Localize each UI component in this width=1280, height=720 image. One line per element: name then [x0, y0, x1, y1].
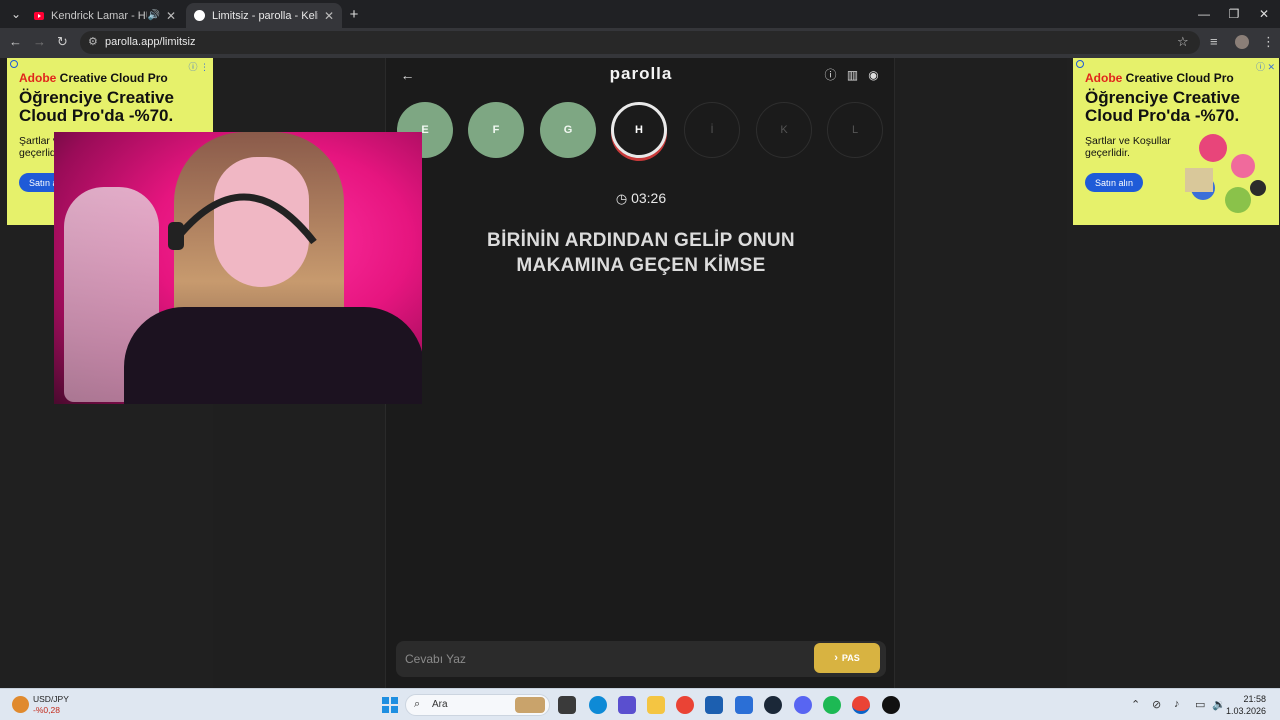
tray-chevron-icon[interactable]: ⌃ [1131, 698, 1140, 711]
tab-parolla[interactable]: Limitsiz - parolla - Kelime oyunu ✕ [186, 3, 342, 28]
parolla-favicon-icon [194, 10, 205, 21]
ad-info-icon[interactable]: ⓘ ⋮ [188, 60, 209, 73]
steam-icon[interactable] [764, 696, 782, 714]
file-explorer-icon[interactable] [647, 696, 665, 714]
chrome-icon[interactable] [676, 696, 694, 714]
ad-choices-icon[interactable] [1076, 60, 1084, 68]
stats-icon[interactable]: ▥ [846, 68, 859, 82]
letter-circle: K [756, 102, 812, 158]
obs-icon[interactable] [882, 696, 900, 714]
task-view-icon[interactable] [558, 696, 576, 714]
mail-icon[interactable] [735, 696, 753, 714]
edge-icon[interactable] [589, 696, 607, 714]
forward-arrow-icon[interactable]: → [33, 34, 46, 49]
ad-terms: Şartlar ve Koşullar geçerlidir. [1085, 135, 1171, 159]
letter-circle-current: H [611, 102, 667, 158]
tab-title: Kendrick Lamar - HUMBLE. [51, 9, 147, 22]
discord-icon[interactable] [794, 696, 812, 714]
stock-widget-icon[interactable] [12, 696, 29, 713]
ad-choices-icon[interactable] [10, 60, 18, 68]
answer-box: › PAS [396, 641, 886, 677]
windows-taskbar: USD/JPY -%0,28 ⌕ Ara ⌃ ⊘ ♪ ▭ 🔉 21:58 1.0… [0, 688, 1280, 720]
ticker-name: USD/JPY [33, 694, 69, 704]
close-tab-icon[interactable]: ✕ [166, 9, 176, 23]
timer: ◷ 03:26 [386, 190, 896, 207]
ad-brand: Adobe Creative Cloud Pro [19, 71, 168, 85]
user-icon[interactable]: ◉ [867, 68, 880, 82]
letter-circle: İ [684, 102, 740, 158]
address-bar[interactable]: ⚙ parolla.app/limitsiz ☆ [80, 31, 1200, 54]
letter-circle: G [540, 102, 596, 158]
info-icon[interactable]: ⓘ [824, 68, 837, 82]
tab-title: Limitsiz - parolla - Kelime oyunu [212, 9, 318, 22]
streamer-jacket [124, 307, 422, 404]
search-highlight-icon [515, 697, 545, 713]
display-icon[interactable]: ▭ [1195, 698, 1205, 711]
letter-circle: L [827, 102, 883, 158]
chrome-active-icon[interactable] [852, 696, 870, 714]
restore-icon[interactable]: ❐ [1218, 0, 1250, 28]
letter-circle: F [468, 102, 524, 158]
volume-icon[interactable]: 🔉 [1212, 698, 1226, 711]
store-icon[interactable] [705, 696, 723, 714]
menu-dots-icon[interactable]: ⋮ [1262, 34, 1275, 50]
clock-date: 1.03.2026 [1225, 706, 1266, 716]
ad-flower-illustration [1185, 134, 1266, 213]
ad-brand: Adobe Creative Cloud Pro [1085, 71, 1234, 85]
microphone-icon[interactable]: ♪ [1174, 698, 1180, 710]
windows-start-icon[interactable] [381, 696, 399, 714]
headset-icon [168, 193, 317, 250]
question-text: BİRİNİN ARDINDAN GELİP ONUN MAKAMINA GEÇ… [487, 230, 795, 276]
chevron-right-icon: › [834, 652, 838, 664]
speaker-icon[interactable]: 🔊 [147, 10, 159, 21]
reload-icon[interactable]: ↻ [57, 34, 68, 50]
ad-info-icon[interactable]: ⓘ ✕ [1256, 60, 1275, 73]
system-clock[interactable]: 21:58 1.03.2026 [1226, 693, 1266, 717]
copilot-icon[interactable] [618, 696, 636, 714]
minimize-icon[interactable]: — [1188, 0, 1220, 28]
new-tab-button[interactable]: + [338, 0, 370, 28]
browser-toolbar: ← → ↻ ⚙ parolla.app/limitsiz ☆ ≡ ⋮ [0, 28, 1280, 58]
back-arrow-icon[interactable]: ← [9, 34, 22, 49]
close-window-icon[interactable]: ✕ [1248, 0, 1280, 28]
url-text: parolla.app/limitsiz [105, 36, 196, 48]
ad-headline: Öğrenciye Creative Cloud Pro'da -%70. [1085, 88, 1240, 125]
clock-icon: ◷ [615, 191, 628, 206]
network-icon[interactable]: ⊘ [1152, 698, 1161, 711]
ticker-change: -%0,28 [33, 705, 60, 715]
ad-cta-button[interactable]: Satın alın [1085, 173, 1143, 192]
profile-avatar[interactable] [1235, 35, 1249, 49]
parolla-game: ← parolla ⓘ ▥ ◉ E F G H İ K L ◷ 03:26 Bİ… [385, 58, 895, 688]
spotify-icon[interactable] [823, 696, 841, 714]
pass-button[interactable]: › PAS [814, 643, 880, 673]
ad-headline: Öğrenciye Creative Cloud Pro'da -%70. [19, 88, 174, 125]
youtube-icon [34, 11, 44, 20]
close-tab-icon[interactable]: ✕ [324, 9, 334, 23]
site-info-icon[interactable]: ⚙ [88, 35, 98, 48]
taskbar-search[interactable]: ⌕ Ara [405, 694, 550, 716]
media-controls-icon[interactable]: ≡ [1210, 34, 1218, 49]
right-ad-banner[interactable]: ⓘ ✕ Adobe Creative Cloud Pro Öğrenciye C… [1073, 58, 1279, 225]
app-title: parolla [609, 64, 673, 83]
pass-label: PAS [841, 653, 860, 663]
search-label: Ara [432, 699, 448, 710]
stock-widget[interactable]: USD/JPY -%0,28 [33, 694, 69, 716]
timer-value: 03:26 [631, 190, 667, 206]
tab-kendrick-lamar[interactable]: Kendrick Lamar - HUMBLE. 🔊 ✕ [26, 3, 184, 28]
bookmark-star-icon[interactable]: ☆ [1177, 34, 1189, 50]
search-icon: ⌕ [414, 698, 421, 710]
answer-input[interactable] [405, 650, 785, 668]
browser-tab-bar: ⌄ Kendrick Lamar - HUMBLE. 🔊 ✕ Limitsiz … [0, 0, 1280, 28]
clock-time: 21:58 [1243, 694, 1266, 704]
webcam-overlay [54, 132, 422, 404]
